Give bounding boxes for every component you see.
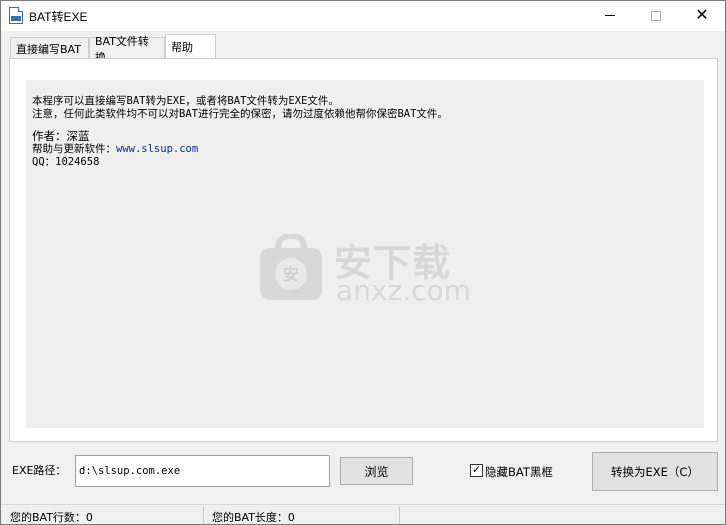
status-bar: 您的BAT行数：0 您的BAT长度：0 <box>1 504 725 524</box>
bat-file-icon <box>9 7 23 24</box>
window-title: BAT转EXE <box>29 10 88 24</box>
tab-help[interactable]: 帮助 <box>165 34 216 59</box>
minimize-icon <box>605 15 615 16</box>
status-bat-lines: 您的BAT行数：0 <box>10 511 93 524</box>
help-text-area[interactable]: 本程序可以直接编写BAT转为EXE，或者将BAT文件转为EXE文件。 注意，任何… <box>26 80 704 428</box>
tab-write-bat[interactable]: 直接编写BAT <box>10 37 89 59</box>
exe-path-label: EXE路径： <box>12 464 67 477</box>
watermark-en-text: anxz.com <box>336 274 471 307</box>
hide-console-checkbox[interactable]: ✓ <box>470 464 483 477</box>
close-icon: ✕ <box>695 6 709 24</box>
watermark: 安 安下载 anxz.com <box>256 230 476 310</box>
status-divider <box>203 507 204 524</box>
hide-console-label[interactable]: 隐藏BAT黑框 <box>485 464 553 480</box>
svg-text:安: 安 <box>283 265 299 284</box>
help-qq-line: QQ：1024658 <box>32 156 100 168</box>
help-update-link[interactable]: www.slsup.com <box>116 143 198 155</box>
status-bat-length: 您的BAT长度：0 <box>212 511 295 524</box>
title-bar[interactable]: BAT转EXE ✕ <box>1 1 725 31</box>
minimize-button[interactable] <box>587 1 633 30</box>
checkmark-icon: ✓ <box>471 464 482 476</box>
app-window: BAT转EXE ✕ 直接编写BAT BAT文件转换 帮助 本程序可以直接编写BA… <box>0 0 726 525</box>
help-tab-panel: 本程序可以直接编写BAT转为EXE，或者将BAT文件转为EXE文件。 注意，任何… <box>9 58 718 442</box>
maximize-icon <box>651 10 661 21</box>
close-button[interactable]: ✕ <box>679 1 725 30</box>
maximize-button[interactable] <box>633 1 679 30</box>
tab-convert-bat-file[interactable]: BAT文件转换 <box>89 35 165 64</box>
shield-bag-icon: 安 <box>260 234 322 300</box>
status-divider <box>399 507 400 524</box>
browse-button[interactable]: 浏览 <box>340 457 413 485</box>
exe-path-input[interactable] <box>75 455 330 487</box>
help-warning-line: 注意，任何此类软件均不可以对BAT进行完全的保密，请勿过度依赖他帮你保密BAT文… <box>32 108 448 120</box>
convert-to-exe-button[interactable]: 转换为EXE（C） <box>592 452 718 491</box>
